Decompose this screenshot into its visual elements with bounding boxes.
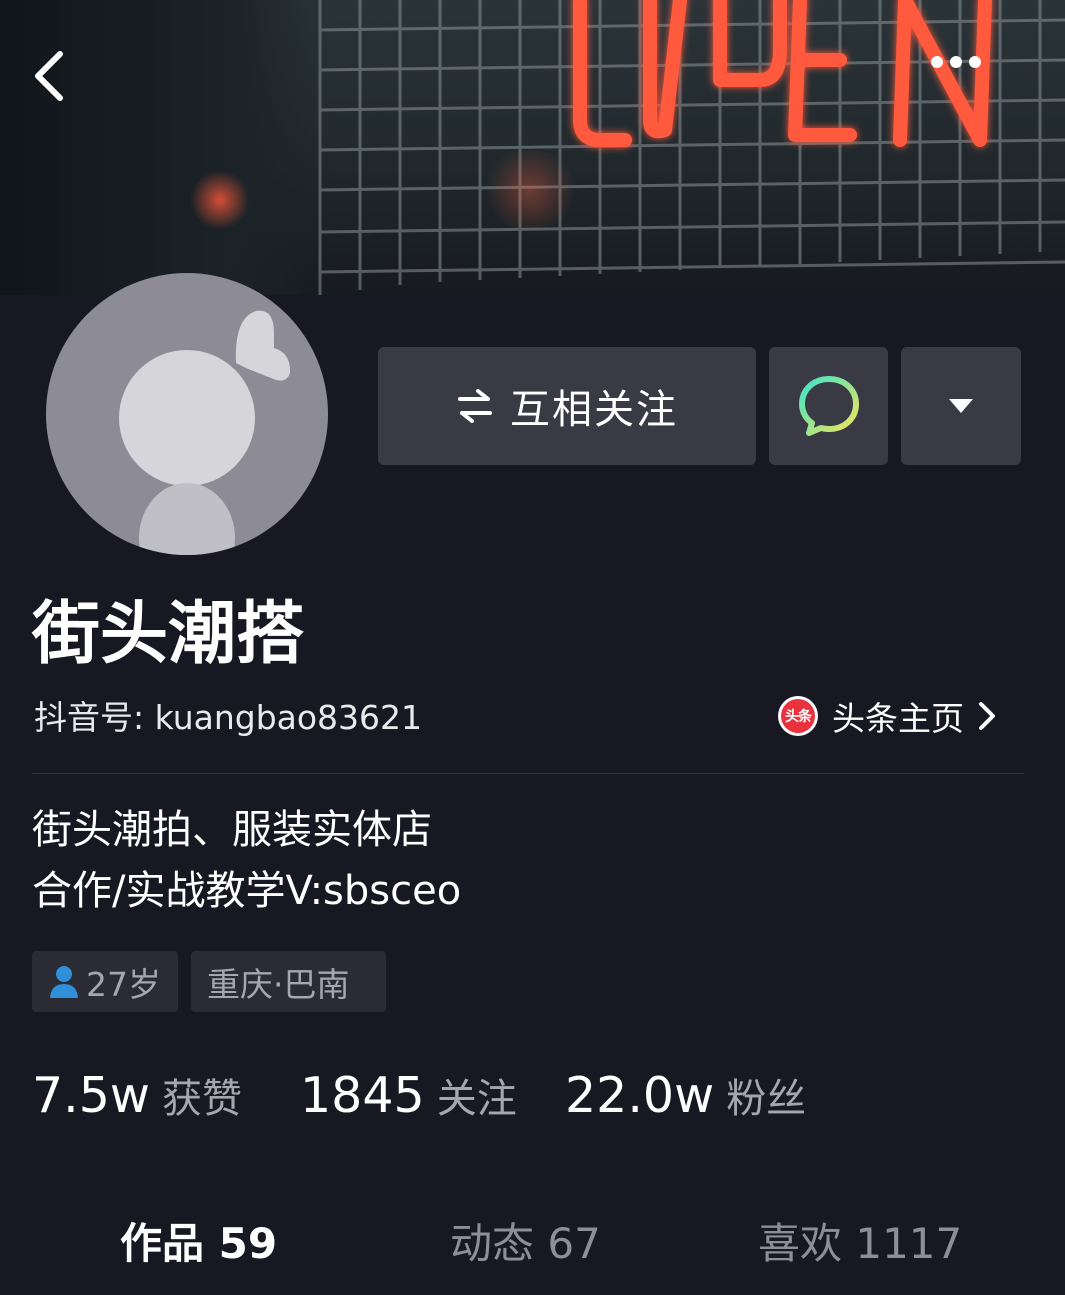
douyin-id[interactable]: 抖音号: kuangbao83621 bbox=[34, 696, 422, 740]
message-button[interactable] bbox=[769, 347, 888, 465]
chat-bubble-icon bbox=[798, 376, 859, 436]
stat-label: 获赞 bbox=[162, 1076, 243, 1122]
mutual-follow-button[interactable]: 互相关注 bbox=[378, 347, 756, 465]
stat-fans[interactable]: 22.0w 粉丝 bbox=[565, 1066, 806, 1130]
age-label: 27岁 bbox=[86, 964, 161, 1004]
stat-value: 7.5w bbox=[32, 1067, 151, 1124]
banner-neon-grid bbox=[318, 0, 1065, 295]
swap-arrows-icon bbox=[458, 389, 492, 423]
more-options-dropdown[interactable] bbox=[901, 347, 1021, 465]
location-label: 重庆·巴南 bbox=[207, 964, 350, 1004]
avatar[interactable] bbox=[46, 273, 328, 555]
bio-line: 街头潮拍、服装实体店 bbox=[32, 807, 432, 853]
stat-following[interactable]: 1845 关注 bbox=[300, 1066, 517, 1130]
back-button[interactable] bbox=[30, 50, 90, 120]
banner-light bbox=[480, 150, 580, 230]
more-button[interactable] bbox=[930, 55, 1010, 115]
location-tag: 重庆·巴南 bbox=[191, 951, 386, 1012]
person-icon bbox=[50, 965, 78, 998]
stat-label: 粉丝 bbox=[726, 1076, 807, 1122]
age-tag: 27岁 bbox=[32, 951, 178, 1012]
chevron-right-icon bbox=[979, 702, 995, 730]
profile-name: 街头潮搭 bbox=[32, 595, 305, 674]
profile-bio: 街头潮拍、服装实体店 合作/实战教学V:sbsceo bbox=[32, 800, 461, 922]
mutual-follow-label: 互相关注 bbox=[510, 387, 678, 433]
more-dots-icon bbox=[931, 56, 981, 68]
toutiao-logo-text: 头条 bbox=[781, 699, 815, 733]
toutiao-homepage-label: 头条主页 bbox=[832, 699, 964, 738]
stat-value: 22.0w bbox=[565, 1067, 715, 1124]
toutiao-logo-icon: 头条 bbox=[778, 696, 818, 736]
bio-line: 合作/实战教学V:sbsceo bbox=[32, 868, 462, 914]
stat-value: 1845 bbox=[300, 1067, 425, 1124]
banner-light bbox=[190, 170, 250, 230]
caret-down-icon bbox=[949, 399, 973, 413]
stat-label: 关注 bbox=[436, 1076, 517, 1122]
tab-dynamic[interactable]: 动态 67 bbox=[450, 1214, 601, 1274]
tab-likes[interactable]: 喜欢 1117 bbox=[758, 1214, 962, 1274]
default-avatar-icon bbox=[119, 310, 291, 555]
stat-likes[interactable]: 7.5w 获赞 bbox=[32, 1066, 242, 1130]
tab-works[interactable]: 作品 59 bbox=[120, 1214, 277, 1274]
divider bbox=[32, 773, 1024, 774]
profile-banner bbox=[0, 0, 1065, 295]
chevron-left-icon bbox=[35, 51, 63, 101]
toutiao-homepage-link[interactable]: 头条 头条主页 bbox=[778, 694, 996, 738]
